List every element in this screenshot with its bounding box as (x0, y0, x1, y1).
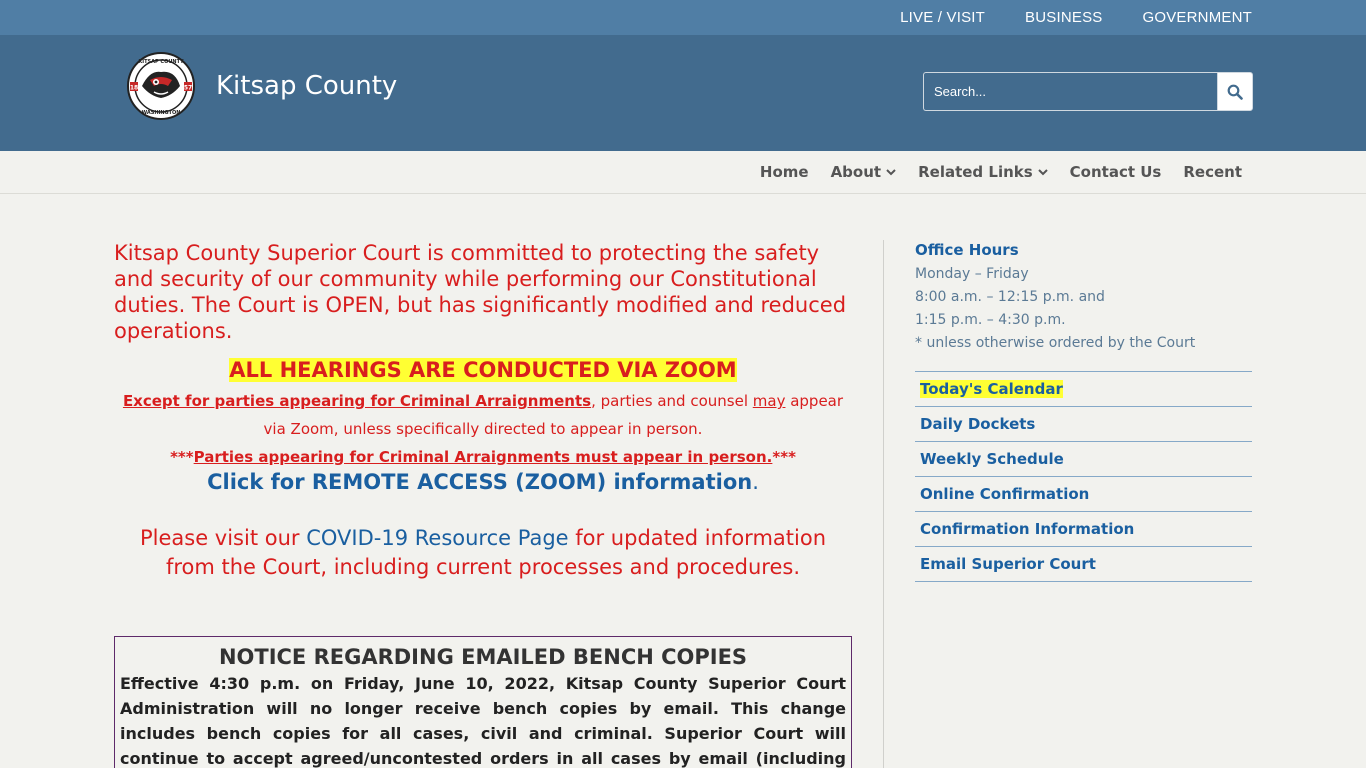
may-text: may (752, 392, 786, 410)
nav-contact-us[interactable]: Contact Us (1070, 163, 1162, 181)
office-hours-line: * unless otherwise ordered by the Court (915, 335, 1196, 351)
sidebar-link-todays-calendar[interactable]: Today's Calendar (915, 372, 1252, 407)
sidebar: Office Hours Monday – Friday 8:00 a.m. –… (915, 241, 1252, 582)
remote-access-text: Click for REMOTE ACCESS (ZOOM) informati… (207, 470, 753, 494)
search-input[interactable] (923, 72, 1217, 111)
site-header: 18 57 KITSAP COUNTY WASHINGTON Kitsap Co… (0, 35, 1366, 151)
remote-access-link[interactable]: Click for REMOTE ACCESS (ZOOM) informati… (114, 470, 852, 494)
visit-text-a: Please visit our (139, 526, 307, 550)
svg-text:57: 57 (184, 85, 192, 92)
arraignment-notice: ***Parties appearing for Criminal Arraig… (114, 448, 852, 466)
stars-prefix: *** (170, 448, 194, 466)
office-hours-line: 8:00 a.m. – 12:15 p.m. and (915, 289, 1105, 305)
zoom-heading-text: ALL HEARINGS ARE CONDUCTED VIA ZOOM (229, 358, 737, 382)
search-icon (1227, 84, 1243, 100)
covid-resource-link[interactable]: COVID-19 Resource Page (306, 526, 568, 550)
search-form (923, 72, 1253, 111)
main-nav: Home About Related Links Contact Us Rece… (0, 151, 1366, 194)
svg-text:KITSAP COUNTY: KITSAP COUNTY (138, 59, 184, 65)
top-nav: LIVE / VISIT BUSINESS GOVERNMENT (900, 0, 1252, 35)
nav-label: Home (759, 163, 809, 181)
sidebar-link-daily-dockets[interactable]: Daily Dockets (915, 407, 1252, 442)
site-title[interactable]: Kitsap County (216, 71, 397, 101)
nav-recent[interactable]: Recent (1183, 163, 1242, 181)
search-button[interactable] (1217, 72, 1253, 111)
topnav-live-visit[interactable]: LIVE / VISIT (900, 9, 985, 26)
sidebar-link-email-superior-court[interactable]: Email Superior Court (915, 547, 1252, 582)
topnav-business[interactable]: BUSINESS (1025, 9, 1102, 26)
sidebar-link-weekly-schedule[interactable]: Weekly Schedule (915, 442, 1252, 477)
intro-statement: Kitsap County Superior Court is committe… (114, 241, 847, 343)
office-hours-line: 1:15 p.m. – 4:30 p.m. (915, 312, 1066, 328)
main-content: Kitsap County Superior Court is committe… (114, 240, 852, 582)
zoom-heading: ALL HEARINGS ARE CONDUCTED VIA ZOOM (114, 358, 852, 382)
county-seal-logo[interactable]: 18 57 KITSAP COUNTY WASHINGTON (120, 52, 202, 120)
sidebar-link-confirmation-information[interactable]: Confirmation Information (915, 512, 1252, 547)
nav-label: Contact Us (1069, 163, 1162, 181)
remote-access-period: . (752, 470, 759, 494)
covid-resource-paragraph: Please visit our COVID-19 Resource Page … (114, 524, 852, 582)
nav-related-links[interactable]: Related Links (918, 163, 1048, 181)
exception-link[interactable]: Except for parties appearing for Crimina… (123, 392, 591, 410)
bench-copies-notice: NOTICE REGARDING EMAILED BENCH COPIES Ef… (114, 636, 852, 768)
svg-text:WASHINGTON: WASHINGTON (142, 110, 181, 116)
zoom-exception-line: Except for parties appearing for Crimina… (114, 392, 852, 410)
sidebar-link-label: Today's Calendar (920, 380, 1063, 398)
zoom-line-2: via Zoom, unless specifically directed t… (263, 420, 703, 438)
chevron-down-icon (886, 169, 896, 176)
office-hours-line: Monday – Friday (915, 266, 1029, 282)
notice-title: NOTICE REGARDING EMAILED BENCH COPIES (218, 645, 748, 669)
nav-about[interactable]: About (831, 163, 897, 181)
stars-suffix: *** (772, 448, 796, 466)
exception-text-b: appear (785, 392, 844, 410)
office-hours-title: Office Hours (915, 241, 1019, 259)
nav-label: About (830, 163, 882, 181)
sidebar-links: Today's Calendar Daily Dockets Weekly Sc… (915, 371, 1252, 582)
chevron-down-icon (1037, 169, 1048, 176)
notice-body: Effective 4:30 p.m. on Friday, June 10, … (120, 674, 846, 768)
sidebar-link-online-confirmation[interactable]: Online Confirmation (915, 477, 1252, 512)
top-utility-bar: LIVE / VISIT BUSINESS GOVERNMENT (0, 0, 1366, 35)
nav-label: Recent (1183, 163, 1242, 181)
nav-label: Related Links (918, 163, 1033, 181)
exception-text-a: , parties and counsel (591, 392, 753, 410)
svg-text:18: 18 (130, 85, 138, 92)
nav-home[interactable]: Home (760, 163, 809, 181)
topnav-government[interactable]: GOVERNMENT (1142, 9, 1252, 26)
column-divider (883, 240, 884, 768)
arraignment-text: Parties appearing for Criminal Arraignme… (193, 448, 773, 466)
